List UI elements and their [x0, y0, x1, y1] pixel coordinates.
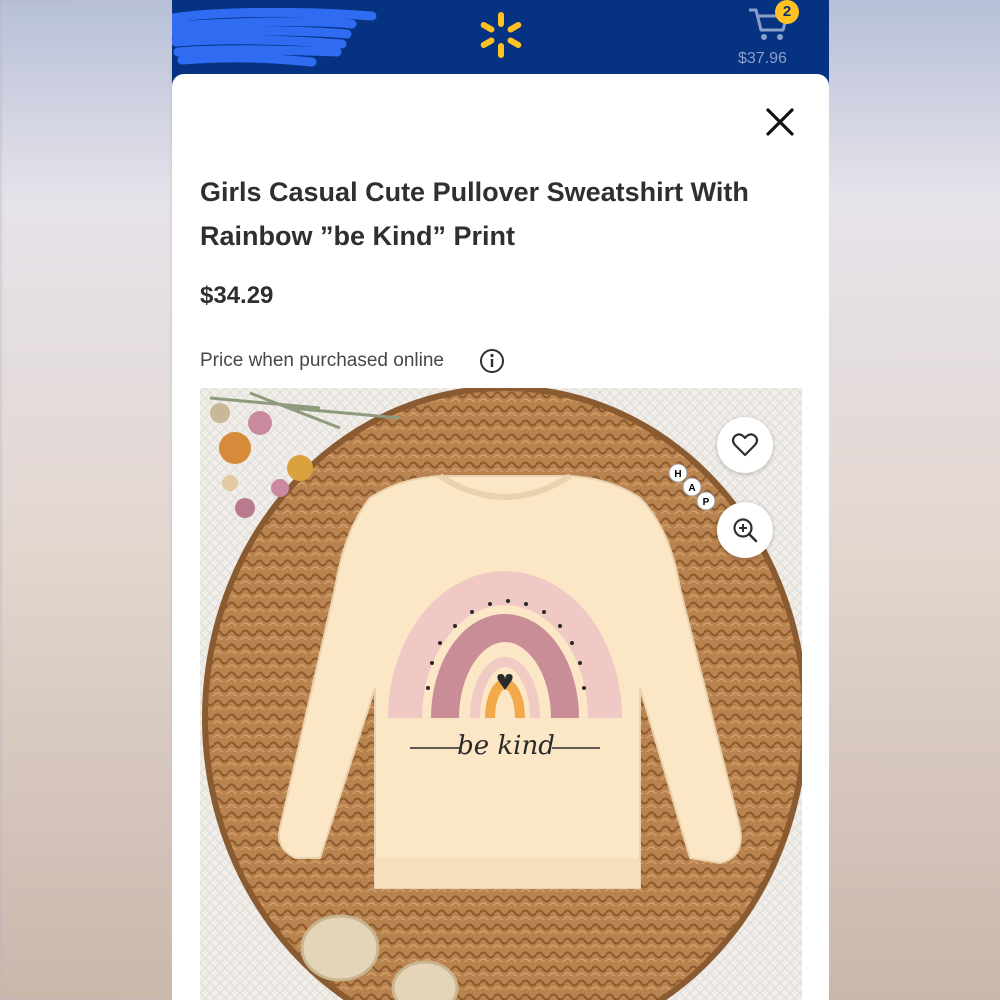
svg-text:P: P	[703, 497, 710, 508]
favorite-button[interactable]	[717, 417, 773, 473]
product-photo: H A P be kind	[200, 388, 802, 1000]
zoom-in-icon	[733, 518, 758, 543]
zoom-button[interactable]	[717, 502, 773, 558]
redaction-scribble	[172, 8, 377, 67]
app-screen: 2 $37.96 Girls Casual Cute Pullover Swea…	[172, 0, 829, 1000]
svg-text:H: H	[674, 469, 681, 480]
close-icon[interactable]	[762, 104, 798, 140]
cart-count-badge[interactable]: 2	[775, 0, 799, 24]
background-right	[828, 0, 1000, 1000]
walmart-spark-icon[interactable]	[476, 10, 526, 60]
product-title: Girls Casual Cute Pullover Sweatshirt Wi…	[200, 177, 749, 251]
cart-total[interactable]: $37.96	[738, 50, 798, 68]
background-left	[0, 0, 172, 1000]
info-icon[interactable]	[479, 348, 505, 374]
product-sheet: Girls Casual Cute Pullover Sweatshirt Wi…	[172, 74, 829, 1000]
product-price: $34.29	[200, 282, 274, 309]
shirt-print-text: be kind	[457, 731, 555, 761]
price-note: Price when purchased online	[200, 350, 444, 371]
heart-icon	[731, 433, 759, 457]
svg-text:A: A	[688, 483, 695, 494]
top-header: 2 $37.96	[172, 0, 829, 78]
product-image[interactable]: H A P be kind	[200, 388, 802, 1000]
